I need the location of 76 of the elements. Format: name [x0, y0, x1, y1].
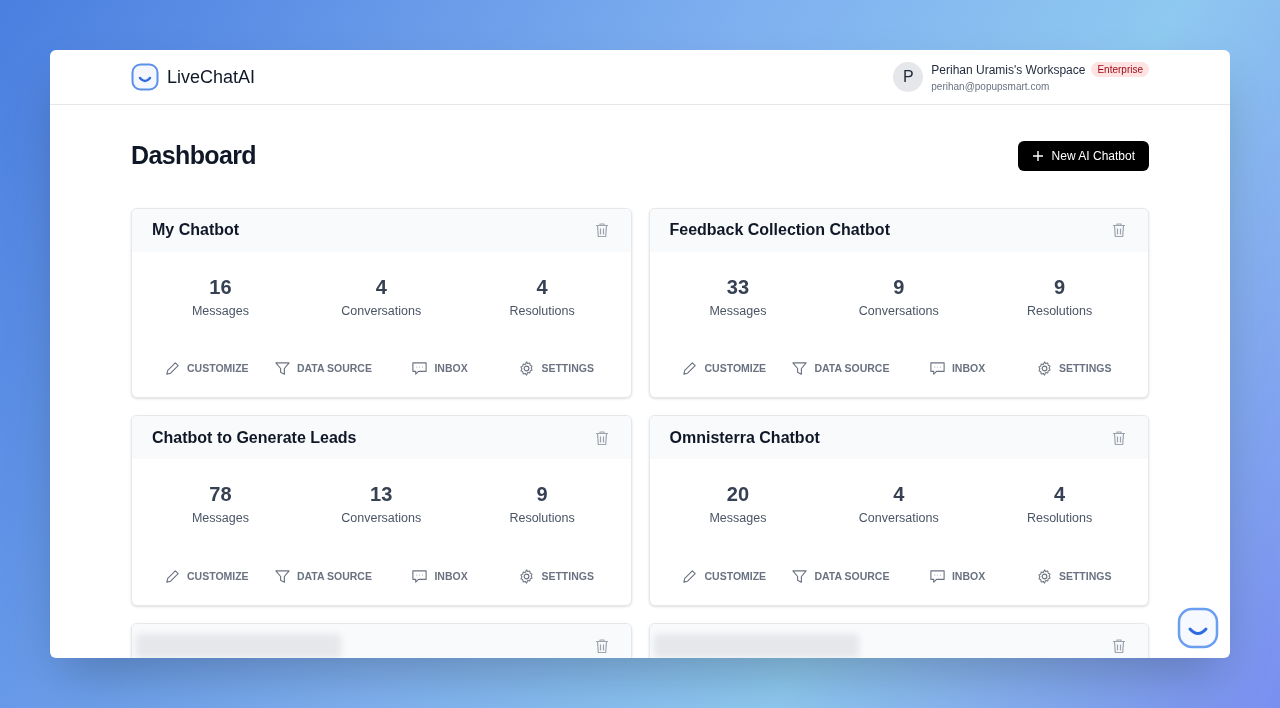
stat-label: Conversations — [858, 302, 939, 320]
filter-icon — [791, 360, 809, 378]
stat-value: 33 — [726, 274, 750, 300]
chatbot-title: My Chatbot — [152, 220, 240, 240]
trash-icon[interactable] — [1112, 429, 1126, 446]
stat-label: Messages — [709, 510, 767, 528]
card-action-link[interactable]: INBOX — [381, 360, 498, 378]
filter-icon — [273, 360, 291, 378]
pencil-icon — [681, 568, 699, 585]
chatbot-title: Feedback Collection Chatbot — [669, 220, 890, 240]
pencil-icon — [681, 360, 699, 378]
stat-value: 13 — [370, 482, 393, 508]
stat-value: 20 — [726, 482, 750, 508]
chat-icon — [928, 568, 946, 585]
card-action-link[interactable]: SETTINGS — [497, 568, 615, 585]
chat-icon — [411, 360, 429, 378]
trash-icon[interactable] — [1112, 637, 1126, 654]
chat-icon — [411, 568, 429, 585]
card-action-link[interactable]: DATA SOURCE — [782, 568, 899, 585]
stat-label: Resolutions — [1026, 302, 1093, 320]
card-action-link[interactable]: DATA SOURCE — [782, 360, 899, 378]
chat-widget-icon[interactable] — [1177, 607, 1219, 649]
stat-label: Messages — [709, 302, 767, 320]
settings-icon — [1035, 360, 1053, 378]
new-chatbot-button[interactable]: New AI Chatbot — [1017, 140, 1149, 171]
avatar[interactable]: P — [893, 62, 924, 92]
chat-icon — [928, 360, 946, 378]
trash-icon[interactable] — [594, 429, 609, 446]
stat-value: 4 — [893, 482, 905, 508]
pencil-icon — [164, 360, 181, 378]
card-action-link[interactable]: INBOX — [381, 568, 498, 585]
chatbot-title: Chatbot to Generate Leads — [152, 427, 357, 448]
stat-value: 9 — [536, 482, 548, 508]
page-title: Dashboard — [131, 140, 256, 171]
logo-text: LiveChatAI — [167, 65, 256, 89]
card-action-link[interactable]: SETTINGS — [1015, 568, 1132, 585]
card-action-link[interactable]: DATA SOURCE — [264, 360, 382, 378]
stat-value: 4 — [536, 274, 548, 300]
card-action-link[interactable]: CUSTOMIZE — [665, 360, 783, 378]
stat-value: 16 — [209, 274, 232, 300]
trash-icon[interactable] — [594, 637, 609, 654]
settings-icon — [518, 568, 536, 585]
stat-label: Conversations — [341, 510, 422, 528]
stat-label: Conversations — [858, 510, 939, 528]
card-action-link[interactable]: CUSTOMIZE — [665, 568, 783, 585]
card-action-link[interactable]: CUSTOMIZE — [148, 568, 265, 585]
stat-value: 78 — [209, 482, 232, 508]
stat-value: 4 — [1054, 482, 1066, 508]
plan-badge: Enterprise — [1091, 62, 1149, 77]
stat-label: Resolutions — [509, 302, 575, 320]
trash-icon[interactable] — [1112, 222, 1126, 238]
stat-label: Messages — [191, 302, 249, 320]
workspace-name: Perihan Uramis's Workspace — [931, 61, 1086, 79]
card-action-link[interactable]: CUSTOMIZE — [148, 360, 265, 378]
stat-value: 9 — [893, 274, 905, 300]
card-action-link[interactable]: INBOX — [898, 360, 1016, 378]
card-action-link[interactable]: INBOX — [898, 568, 1016, 585]
filter-icon — [273, 568, 291, 585]
chatbot-title: Omnisterra Chatbot — [669, 427, 820, 448]
settings-icon — [518, 360, 536, 378]
filter-icon — [791, 568, 809, 585]
stat-label: Resolutions — [509, 510, 575, 528]
pencil-icon — [164, 568, 181, 585]
stat-value: 4 — [375, 274, 387, 300]
stat-label: Resolutions — [1026, 510, 1093, 528]
settings-icon — [1035, 568, 1053, 585]
card-action-link[interactable]: SETTINGS — [1015, 360, 1132, 378]
smiley-logo-icon — [131, 63, 159, 91]
card-action-link[interactable]: SETTINGS — [497, 360, 615, 378]
stat-label: Messages — [191, 510, 249, 528]
plus-icon — [1031, 149, 1044, 162]
user-email: perihan@popupsmart.com — [931, 79, 1051, 94]
stat-value: 9 — [1054, 274, 1066, 300]
stat-label: Conversations — [341, 302, 422, 320]
card-action-link[interactable]: DATA SOURCE — [264, 568, 382, 585]
trash-icon[interactable] — [594, 222, 609, 238]
